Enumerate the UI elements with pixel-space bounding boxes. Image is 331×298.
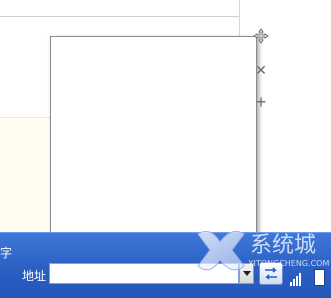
taskbar-edge-text: 字 (0, 246, 13, 260)
move-icon[interactable] (253, 28, 269, 44)
address-input[interactable] (49, 263, 239, 284)
address-label: 地址 (22, 269, 47, 283)
go-icon (265, 267, 277, 280)
floating-panel[interactable] (50, 36, 257, 264)
background-window-divider (0, 16, 239, 17)
chevron-down-icon[interactable] (239, 263, 254, 284)
battery-icon[interactable] (314, 269, 325, 286)
close-icon[interactable]: ✕ (253, 62, 269, 78)
go-button[interactable] (259, 262, 283, 285)
add-icon[interactable]: + (253, 93, 269, 111)
